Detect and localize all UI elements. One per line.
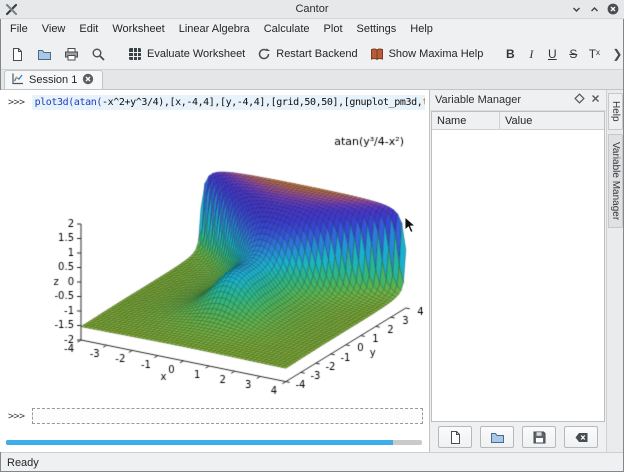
panel-header: Variable Manager [430, 90, 606, 111]
app-icon [5, 3, 18, 16]
status-text: Ready [7, 457, 39, 469]
toolbar: Evaluate Worksheet Restart Backend Show … [0, 39, 624, 70]
minimize-button[interactable] [571, 4, 582, 15]
second-command-row: >>> [8, 408, 423, 424]
command-row: >>> plot3d(atan(-x^2+y^3/4),[x,-4,4],[y,… [8, 95, 425, 110]
menu-file[interactable]: File [3, 21, 35, 37]
progress-bar [6, 440, 422, 445]
command-token: true [422, 97, 425, 108]
titlebar: Cantor [0, 0, 624, 19]
new-document-icon [448, 430, 463, 445]
variable-list[interactable] [432, 130, 604, 421]
restart-backend-button[interactable]: Restart Backend [252, 44, 362, 64]
menu-linear-algebra[interactable]: Linear Algebra [172, 21, 257, 37]
prompt: >>> [8, 411, 25, 422]
open-worksheet-button[interactable] [32, 44, 57, 65]
menu-calculate[interactable]: Calculate [257, 21, 317, 37]
format-underline-button[interactable]: U [542, 44, 562, 64]
command-entry-empty[interactable] [32, 408, 423, 424]
panel-footer [430, 422, 606, 452]
variable-manager-panel: Variable Manager Name Value [430, 90, 607, 452]
open-folder-icon [37, 47, 52, 62]
help-book-icon [370, 47, 384, 61]
close-button[interactable] [607, 3, 619, 15]
menu-settings[interactable]: Settings [350, 21, 404, 37]
menubar: FileViewEditWorksheetLinear AlgebraCalcu… [0, 19, 624, 39]
format-bold-button[interactable]: B [500, 44, 520, 64]
printer-icon [64, 47, 79, 62]
format-italic-button[interactable]: I [521, 44, 541, 64]
maxima-help-label: Show Maxima Help [389, 48, 484, 60]
column-header-name[interactable]: Name [432, 112, 500, 129]
tab-session-1[interactable]: Session 1 [4, 70, 103, 89]
save-floppy-icon [532, 430, 547, 445]
window-title: Cantor [0, 3, 624, 15]
command-token: -x^2+y^3/4),[x,-4,4],[y,-4,4],[grid,50,5… [102, 97, 422, 108]
plot-canvas [6, 116, 426, 408]
menu-view[interactable]: View [35, 21, 73, 37]
panel-title: Variable Manager [435, 94, 570, 106]
new-worksheet-button[interactable] [5, 44, 30, 65]
menu-help[interactable]: Help [403, 21, 440, 37]
new-document-icon [10, 47, 25, 62]
load-variables-button[interactable] [480, 426, 514, 448]
cantor-window: Cantor FileViewEditWorksheetLinear Algeb… [0, 0, 624, 472]
prompt: >>> [8, 97, 25, 108]
save-variables-button[interactable] [522, 426, 556, 448]
evaluate-label: Evaluate Worksheet [147, 48, 245, 60]
side-tab-help[interactable]: Help [608, 93, 623, 130]
maximize-button[interactable] [589, 4, 600, 15]
show-maxima-help-button[interactable]: Show Maxima Help [365, 44, 489, 64]
command-token: atan( [74, 97, 102, 108]
close-panel-icon[interactable] [590, 93, 601, 107]
format-buttons: BIUSTˣ [500, 44, 604, 64]
menu-worksheet[interactable]: Worksheet [105, 21, 171, 37]
mouse-cursor [404, 216, 417, 234]
tab-label: Session 1 [29, 74, 77, 86]
zoom-button[interactable] [86, 44, 111, 65]
menu-plot[interactable]: Plot [317, 21, 350, 37]
print-button[interactable] [59, 44, 84, 65]
table-header: Name Value [432, 112, 604, 130]
new-variable-button[interactable] [438, 426, 472, 448]
evaluate-worksheet-button[interactable]: Evaluate Worksheet [123, 44, 250, 64]
variable-table: Name Value [431, 111, 605, 422]
command-token: plot3d( [35, 97, 74, 108]
menu-edit[interactable]: Edit [72, 21, 105, 37]
open-folder-icon [490, 430, 505, 445]
status-bar: Ready [0, 452, 624, 472]
restart-label: Restart Backend [276, 48, 357, 60]
command-entry[interactable]: plot3d(atan(-x^2+y^3/4),[x,-4,4],[y,-4,4… [32, 95, 425, 110]
format-strike-button[interactable]: S [563, 44, 583, 64]
command-text: plot3d(atan(-x^2+y^3/4),[x,-4,4],[y,-4,4… [35, 97, 425, 108]
float-panel-icon[interactable] [574, 93, 585, 107]
progress-fill [6, 440, 393, 445]
side-tab-variable-manager[interactable]: Variable Manager [608, 134, 623, 228]
clear-variables-button[interactable] [564, 426, 598, 448]
magnifier-icon [91, 47, 106, 62]
toolbar-overflow-button[interactable]: ❯ [608, 45, 624, 63]
clear-backspace-icon [574, 430, 589, 445]
restart-icon [257, 47, 271, 61]
main-area: >>> plot3d(atan(-x^2+y^3/4),[x,-4,4],[y,… [0, 90, 624, 452]
tab-bar: Session 1 [0, 70, 624, 90]
worksheet[interactable]: >>> plot3d(atan(-x^2+y^3/4),[x,-4,4],[y,… [0, 90, 430, 452]
tab-close-icon[interactable] [82, 73, 94, 88]
evaluate-icon [128, 47, 142, 61]
format-super-button[interactable]: Tˣ [584, 44, 604, 64]
column-header-value[interactable]: Value [500, 112, 604, 129]
side-tab-strip: Help Variable Manager [607, 90, 624, 452]
window-controls [571, 3, 619, 15]
session-icon [11, 72, 24, 88]
